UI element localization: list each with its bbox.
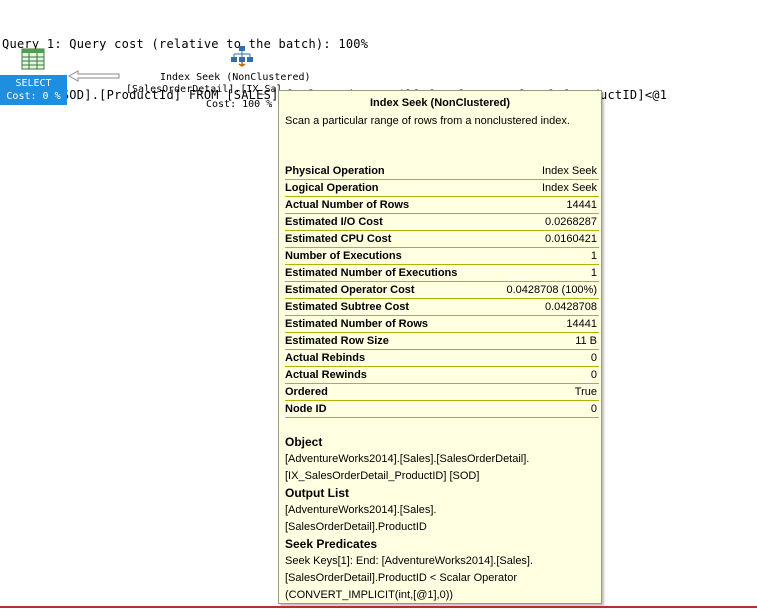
property-value: 0 [590,352,597,364]
output-line: [AdventureWorks2014].[Sales]. [285,504,437,516]
property-value: 14441 [566,318,597,330]
property-value: 1 [590,267,597,279]
property-row: Estimated CPU Cost 0.0160421 [285,231,599,248]
property-value: Index Seek [541,165,597,177]
output-line: [SalesOrderDetail].ProductID [285,521,427,533]
property-label: Physical Operation [285,165,385,177]
tooltip-description: Scan a particular range of rows from a n… [285,115,570,127]
seek-line: [SalesOrderDetail].ProductID < Scalar Op… [285,572,518,584]
property-label: Logical Operation [285,182,379,194]
select-node-cost: Cost: 0 % [6,91,61,102]
select-operator-node[interactable]: SELECT Cost: 0 % [0,45,67,105]
property-label: Estimated Operator Cost [285,284,415,296]
object-heading: Object [285,435,323,449]
property-value: 1 [590,250,597,262]
seek-line: Seek Keys[1]: End: [AdventureWorks2014].… [285,555,534,567]
seek-node-name: Index Seek (NonClustered) [160,72,311,83]
property-row: Actual Rewinds 0 [285,367,599,384]
property-label: Estimated Number of Rows [285,318,429,330]
bottom-border [0,606,757,608]
property-value: 14441 [566,199,597,211]
property-row: Estimated Subtree Cost 0.0428708 [285,299,599,316]
seek-line: (CONVERT_IMPLICIT(int,[@1],0)) [285,589,454,601]
property-row: Actual Number of Rows 14441 [285,197,599,214]
property-value: Index Seek [541,182,597,194]
seek-node-object: [SalesOrderDetail].[IX_SalesOrderDe [126,84,282,95]
property-value: 0.0160421 [545,233,597,245]
tooltip-seek-section: Seek Predicates Seek Keys[1]: End: [Adve… [285,536,599,604]
index-seek-icon[interactable] [229,45,255,67]
object-line: [IX_SalesOrderDetail_ProductID] [SOD] [285,470,480,482]
tooltip-object-section: Object [AdventureWorks2014].[Sales].[Sal… [285,434,599,485]
property-row: Estimated Number of Executions 1 [285,265,599,282]
operator-tooltip: Index Seek (NonClustered) Scan a particu… [278,90,602,604]
property-value: 0 [590,369,597,381]
property-row: Estimated Number of Rows 14441 [285,316,599,333]
property-label: Actual Rewinds [285,369,367,381]
property-row: Ordered True [285,384,599,401]
property-label: Ordered [285,386,328,398]
tooltip-properties: Physical Operation Index Seek Logical Oper… [285,163,599,418]
property-row: Number of Executions 1 [285,248,599,265]
seek-node-cost: Cost: 100 % [206,99,273,110]
property-label: Estimated I/O Cost [285,216,383,228]
property-row: Node ID 0 [285,401,599,418]
property-label: Number of Executions [285,250,402,262]
property-row: Physical Operation Index Seek [285,163,599,180]
property-row: Logical Operation Index Seek [285,180,599,197]
property-value: True [574,386,597,398]
property-label: Estimated CPU Cost [285,233,392,245]
tooltip-title: Index Seek (NonClustered) [370,97,510,109]
select-table-icon [21,48,45,70]
property-row: Estimated Row Size 11 B [285,333,599,350]
property-label: Estimated Row Size [285,335,389,347]
object-line: [AdventureWorks2014].[Sales].[SalesOrder… [285,453,530,465]
data-flow-arrow [68,70,120,82]
property-row: Actual Rebinds 0 [285,350,599,367]
property-value: 11 B [575,335,597,347]
property-value: 0.0428708 (100%) [506,284,597,296]
property-value: 0.0428708 [545,301,597,313]
property-label: Node ID [285,403,327,415]
property-label: Estimated Number of Executions [285,267,458,279]
property-value: 0.0268287 [545,216,597,228]
property-label: Estimated Subtree Cost [285,301,410,313]
property-label: Actual Rebinds [285,352,366,364]
select-node-name: SELECT [15,78,52,89]
tooltip-output-section: Output List [AdventureWorks2014].[Sales]… [285,485,599,536]
property-value: 0 [590,403,597,415]
query-cost-line: Query 1: Query cost (relative to the bat… [2,37,369,51]
property-row: Estimated Operator Cost 0.0428708 (100%) [285,282,599,299]
output-list-heading: Output List [285,486,349,500]
property-label: Actual Number of Rows [285,199,410,211]
property-row: Estimated I/O Cost 0.0268287 [285,214,599,231]
seek-predicates-heading: Seek Predicates [285,537,378,551]
